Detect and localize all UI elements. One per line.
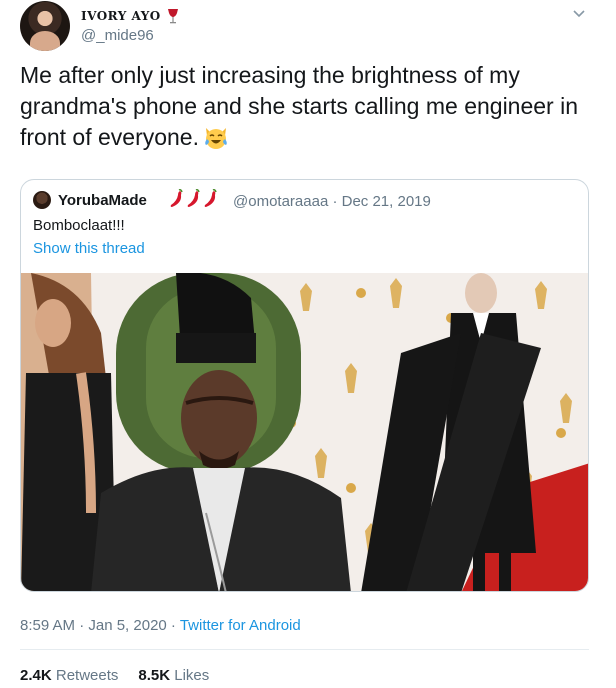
likes-count: 8.5K	[138, 667, 171, 684]
chili-pepper-icon	[170, 189, 183, 207]
tears-of-joy-cat-emoji	[205, 128, 227, 149]
retweets-label: Retweets	[55, 667, 119, 684]
tweet-stats: 2.4K Retweets 8.5K Likes	[20, 667, 209, 684]
author-handle[interactable]: @_mide96	[81, 27, 154, 44]
author-avatar[interactable]	[20, 1, 70, 51]
quoted-name-emojis	[169, 189, 219, 209]
quoted-photo[interactable]	[21, 273, 589, 592]
quoted-tweet[interactable]: YorubaMade @omotaraaaa · Dec 21, 2019 Bo…	[20, 179, 589, 592]
likes-stat[interactable]: 8.5K Likes	[138, 667, 209, 684]
quoted-author-avatar[interactable]	[33, 191, 51, 209]
chevron-down-icon[interactable]	[572, 6, 586, 20]
wine-glass-icon	[167, 9, 178, 24]
tweet-timestamp[interactable]: 8:59 AM · Jan 5, 2020 ·	[20, 617, 180, 634]
avatar-figure	[30, 31, 60, 51]
chili-pepper-icon	[204, 189, 217, 207]
retweets-count: 2.4K	[20, 667, 52, 684]
tweet-text: Me after only just increasing the bright…	[20, 62, 579, 150]
tweet-source-link[interactable]: Twitter for Android	[180, 617, 301, 634]
quoted-display-name[interactable]: YorubaMade	[58, 192, 147, 209]
chili-pepper-icon	[187, 189, 200, 207]
quoted-handle-date[interactable]: @omotaraaaa · Dec 21, 2019	[233, 193, 431, 210]
author-name-row: IVORY AYO	[81, 6, 179, 26]
tweet-body: Me after only just increasing the bright…	[20, 60, 600, 153]
show-thread-link[interactable]: Show this thread	[33, 240, 145, 257]
divider	[20, 649, 589, 650]
tweet-meta: 8:59 AM · Jan 5, 2020 · Twitter for Andr…	[20, 617, 301, 634]
tweet-card: IVORY AYO @_mide96 Me after only just in…	[0, 0, 616, 688]
quoted-text: Bomboclaat!!!	[33, 217, 125, 234]
retweets-stat[interactable]: 2.4K Retweets	[20, 667, 118, 684]
likes-label: Likes	[174, 667, 210, 684]
author-display-name[interactable]: IVORY AYO	[81, 9, 161, 23]
